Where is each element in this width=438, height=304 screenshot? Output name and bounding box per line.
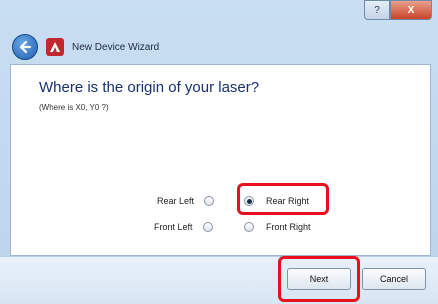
- option-front-left[interactable]: Front Left: [154, 222, 213, 232]
- window-title: New Device Wizard: [72, 41, 160, 53]
- back-arrow-icon: [19, 40, 32, 54]
- help-icon: ?: [374, 4, 380, 16]
- front-left-radio[interactable]: [202, 222, 213, 232]
- front-right-radio[interactable]: [244, 222, 254, 232]
- close-button[interactable]: X: [390, 0, 432, 20]
- help-button[interactable]: ?: [364, 0, 390, 20]
- wizard-nav: New Device Wizard: [12, 34, 159, 60]
- title-bar: ? X: [0, 0, 438, 32]
- page-title: Where is the origin of your laser?: [39, 79, 260, 96]
- rear-right-highlight: [237, 183, 329, 215]
- window-controls: ? X: [364, 0, 432, 20]
- front-left-label: Front Left: [154, 222, 193, 232]
- wizard-window: ? X New Device Wizard Where is the origi…: [0, 0, 438, 304]
- option-rear-left[interactable]: Rear Left: [157, 196, 215, 206]
- rear-left-label: Rear Left: [157, 196, 195, 206]
- rear-left-radio[interactable]: [204, 196, 215, 206]
- close-icon: X: [407, 4, 415, 16]
- page-subtitle: (Where is X0, Y0 ?): [39, 103, 109, 112]
- cancel-button[interactable]: Cancel: [362, 268, 426, 290]
- front-right-label: Front Right: [266, 222, 311, 232]
- back-button[interactable]: [12, 34, 38, 60]
- option-front-right[interactable]: Front Right: [244, 222, 311, 232]
- button-bar: Next Cancel: [0, 256, 438, 304]
- next-highlight: [278, 256, 360, 302]
- app-logo-icon: [46, 38, 64, 56]
- content-panel: Where is the origin of your laser? (Wher…: [10, 64, 431, 256]
